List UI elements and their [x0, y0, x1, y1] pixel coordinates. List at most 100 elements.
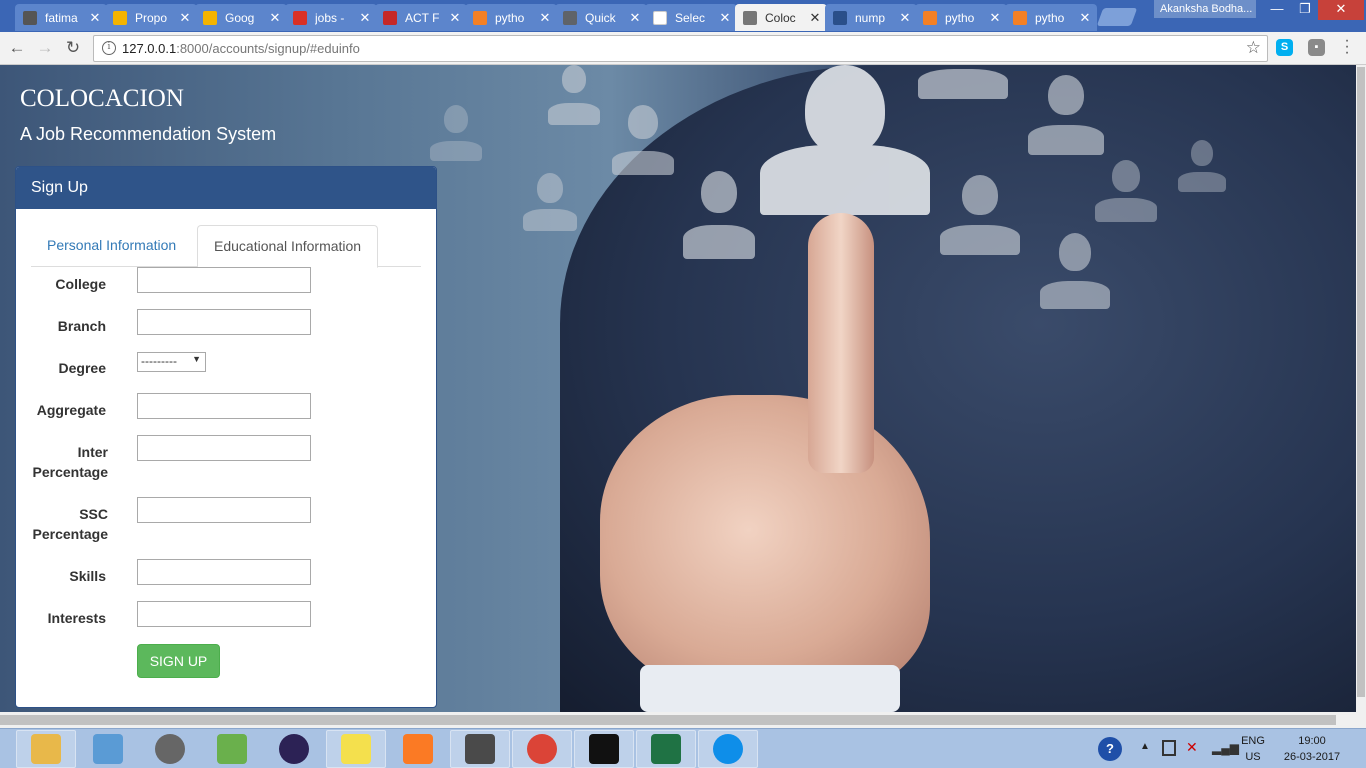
taskbar-app[interactable] — [512, 730, 572, 768]
degree-select[interactable]: --------- ▼ — [137, 352, 206, 372]
taskbar-app[interactable] — [388, 730, 448, 768]
google-drive-icon — [113, 10, 127, 25]
input-language-indicator[interactable]: ENG US — [1236, 733, 1270, 765]
person-silhouette — [1178, 140, 1226, 192]
close-tab-icon[interactable]: ✕ — [267, 10, 283, 26]
browser-tab[interactable]: Coloc ✕ — [735, 4, 827, 31]
extension-icon[interactable]: ▪ — [1308, 39, 1325, 56]
tray-help-icon[interactable]: ? — [1098, 737, 1122, 761]
inter-percentage-input[interactable] — [137, 435, 311, 461]
address-bar[interactable]: i 127.0.0.1:8000/accounts/signup/#eduinf… — [93, 35, 1268, 62]
close-tab-icon[interactable]: ✕ — [897, 10, 913, 26]
person-silhouette — [523, 173, 577, 231]
taskbar-app[interactable] — [450, 730, 510, 768]
minimize-icon[interactable]: — — [1262, 0, 1292, 20]
degree-label: Degree — [58, 360, 106, 376]
browser-tab[interactable]: pytho ✕ — [1005, 4, 1097, 31]
person-silhouette — [940, 175, 1020, 255]
system-clock[interactable]: 19:00 26-03-2017 — [1276, 733, 1348, 765]
taskbar-app[interactable] — [202, 730, 262, 768]
tab-personal-information[interactable]: Personal Information — [31, 225, 192, 267]
browser-tab[interactable]: Goog ✕ — [195, 4, 287, 31]
branch-input[interactable] — [137, 309, 311, 335]
skype-extension-icon[interactable]: S — [1276, 39, 1293, 56]
scipy-icon — [833, 10, 847, 25]
close-tab-icon[interactable]: ✕ — [1077, 10, 1093, 26]
scrollbar-thumb[interactable] — [1357, 67, 1365, 697]
url-text[interactable]: 127.0.0.1:8000/accounts/signup/#eduinfo — [122, 41, 360, 56]
interests-input[interactable] — [137, 601, 311, 627]
bookmark-star-icon[interactable]: ☆ — [1246, 38, 1261, 58]
google-drive-icon — [203, 10, 217, 25]
taskbar-app[interactable] — [140, 730, 200, 768]
browser-tab[interactable]: Propo ✕ — [105, 4, 197, 31]
close-tab-icon[interactable]: ✕ — [447, 10, 463, 26]
skills-label: Skills — [69, 568, 106, 584]
browser-tab[interactable]: pytho ✕ — [915, 4, 1007, 31]
tray-expand-icon[interactable]: ▲ — [1140, 741, 1150, 752]
new-tab-button[interactable] — [1096, 8, 1138, 26]
browser-tab[interactable]: ACT F ✕ — [375, 4, 467, 31]
browser-tab[interactable]: Selec ✕ — [645, 4, 737, 31]
reload-icon[interactable]: ↻ — [62, 37, 84, 59]
close-tab-icon[interactable]: ✕ — [987, 10, 1003, 26]
vertical-scrollbar[interactable] — [1356, 65, 1366, 712]
menu-icon[interactable]: · · · — [1342, 33, 1352, 61]
taskbar-app[interactable] — [698, 730, 758, 768]
maximize-icon[interactable]: ❐ — [1292, 0, 1318, 20]
taskbar-app[interactable] — [636, 730, 696, 768]
taskbar-app[interactable] — [326, 730, 386, 768]
close-tab-icon[interactable]: ✕ — [627, 10, 643, 26]
person-silhouette — [1028, 75, 1104, 155]
signup-button[interactable]: SIGN UP — [137, 644, 220, 678]
taskbar-app[interactable] — [264, 730, 324, 768]
scrollbar-thumb[interactable] — [0, 715, 1336, 725]
tab-educational-information[interactable]: Educational Information — [197, 225, 379, 268]
back-icon[interactable]: ← — [6, 37, 28, 59]
person-silhouette — [1095, 160, 1157, 222]
taskbar-app[interactable] — [16, 730, 76, 768]
browser-tab[interactable]: jobs - ✕ — [285, 4, 377, 31]
tray-network-icon[interactable] — [1162, 740, 1176, 756]
person-silhouette — [918, 65, 1008, 99]
stackoverflow-icon — [1013, 10, 1027, 25]
browser-tab[interactable]: Quick ✕ — [555, 4, 647, 31]
profile-button[interactable]: Akanksha Bodha... — [1154, 0, 1256, 18]
shirt-cuff-shape — [640, 665, 900, 712]
taskbar-app[interactable] — [78, 730, 138, 768]
forward-icon[interactable]: → — [34, 37, 56, 59]
tray-signal-icon[interactable]: ▂▄▆ — [1212, 741, 1239, 755]
close-tab-icon[interactable]: ✕ — [807, 10, 823, 26]
browser-tab-label: nump — [855, 10, 886, 25]
close-tab-icon[interactable]: ✕ — [87, 10, 103, 26]
browser-tab-strip: Akanksha Bodha... — ❐ ✕ fatima ✕ Propo ✕ Goo… — [0, 0, 1366, 32]
page-viewport: COLOCACION A Job Recommendation System S… — [0, 65, 1356, 712]
aggregate-input[interactable] — [137, 393, 311, 419]
browser-tab-label: fatima — [45, 10, 78, 25]
browser-tab[interactable]: pytho ✕ — [465, 4, 557, 31]
person-silhouette — [612, 105, 674, 175]
close-tab-icon[interactable]: ✕ — [357, 10, 373, 26]
college-input[interactable] — [137, 267, 311, 293]
info-icon[interactable]: i — [102, 41, 116, 55]
close-window-icon[interactable]: ✕ — [1318, 0, 1364, 20]
stackoverflow-icon — [473, 10, 487, 25]
horizontal-scrollbar[interactable] — [0, 712, 1366, 728]
browser-tab[interactable]: fatima ✕ — [15, 4, 107, 31]
interests-label: Interests — [47, 610, 106, 626]
skills-input[interactable] — [137, 559, 311, 585]
ssc-percentage-label: SSC Percentage — [32, 506, 108, 542]
browser-tab-label: Propo — [135, 10, 168, 25]
taskbar-app[interactable] — [574, 730, 634, 768]
ssc-percentage-input[interactable] — [137, 497, 311, 523]
close-tab-icon[interactable]: ✕ — [717, 10, 733, 26]
browser-tab[interactable]: nump ✕ — [825, 4, 917, 31]
browser-tab-label: pytho — [1035, 10, 1065, 25]
close-tab-icon[interactable]: ✕ — [537, 10, 553, 26]
browser-tab-label: Quick — [585, 10, 616, 25]
windows-taskbar: ? ▲ ✕ ▂▄▆ ENG US 19:00 26-03-2017 — [0, 728, 1366, 768]
tray-volume-muted-icon[interactable]: ✕ — [1186, 739, 1198, 756]
close-tab-icon[interactable]: ✕ — [177, 10, 193, 26]
aggregate-label: Aggregate — [36, 402, 106, 418]
browser-tab-label: Coloc — [765, 10, 796, 25]
